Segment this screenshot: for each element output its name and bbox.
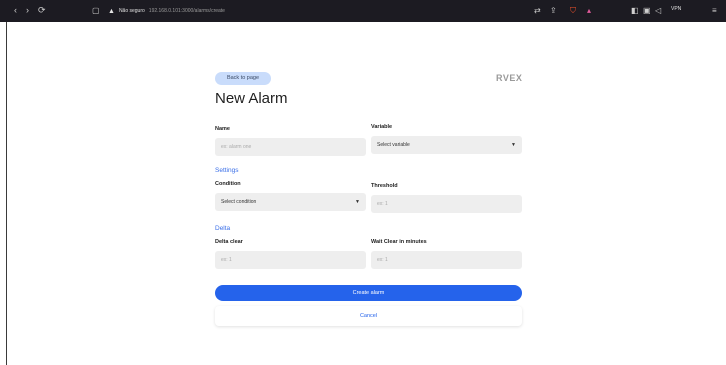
cancel-button[interactable]: Cancel bbox=[215, 306, 522, 326]
delta-clear-input[interactable]: ex: 1 bbox=[215, 251, 366, 269]
condition-select-value: Select condition bbox=[221, 199, 257, 205]
threshold-input[interactable]: ex: 1 bbox=[371, 195, 522, 213]
delta-clear-label: Delta clear bbox=[215, 239, 243, 245]
back-arrow-icon[interactable]: ‹ bbox=[14, 5, 17, 16]
logo: RVEX bbox=[496, 73, 523, 83]
sidebar-icon[interactable]: ◧ bbox=[631, 5, 639, 16]
chevron-down-icon: ▼ bbox=[511, 142, 516, 148]
chevron-down-icon: ▼ bbox=[355, 199, 360, 205]
condition-label: Condition bbox=[215, 181, 241, 187]
name-input[interactable]: ex: alarm one bbox=[215, 138, 366, 156]
name-label: Name bbox=[215, 126, 230, 132]
variable-select[interactable]: Select variable ▼ bbox=[371, 136, 522, 154]
create-alarm-button[interactable]: Create alarm bbox=[215, 285, 522, 301]
translate-icon[interactable]: ⇄ bbox=[534, 5, 541, 16]
url-text[interactable]: 192.168.0.101:3000/alarms/create bbox=[149, 8, 225, 14]
browser-toolbar: ‹ › ⟳ ▢ ▲ Não seguro 192.168.0.101:3000/… bbox=[0, 0, 726, 22]
menu-icon[interactable]: ≡ bbox=[712, 5, 717, 16]
page-title: New Alarm bbox=[215, 90, 288, 107]
back-to-page-button[interactable]: Back to page bbox=[215, 72, 271, 85]
window-edge bbox=[6, 22, 7, 365]
wait-clear-input[interactable]: ex: 1 bbox=[371, 251, 522, 269]
delta-section-title: Delta bbox=[215, 225, 231, 232]
variable-label: Variable bbox=[371, 124, 393, 130]
security-status: Não seguro bbox=[118, 8, 145, 14]
tabs-icon[interactable]: ▣ bbox=[643, 5, 651, 16]
bookmark-icon[interactable]: ▢ bbox=[92, 5, 100, 16]
brave-shield-icon[interactable]: ⛉ bbox=[570, 5, 576, 16]
reload-icon[interactable]: ⟳ bbox=[38, 5, 46, 16]
variable-select-value: Select variable bbox=[377, 142, 410, 148]
vpn-button[interactable]: VPN bbox=[671, 6, 681, 12]
settings-section-title: Settings bbox=[215, 167, 239, 174]
condition-select[interactable]: Select condition ▼ bbox=[215, 193, 366, 211]
address-bar[interactable]: ▲ Não seguro 192.168.0.101:3000/alarms/c… bbox=[108, 4, 578, 18]
wallet-icon[interactable]: ◁ bbox=[655, 5, 661, 16]
wait-clear-label: Wait Clear in minutes bbox=[371, 239, 427, 245]
forward-arrow-icon[interactable]: › bbox=[26, 5, 29, 16]
rewards-icon[interactable]: ▴ bbox=[587, 5, 591, 16]
warning-icon: ▲ bbox=[108, 7, 115, 15]
threshold-label: Threshold bbox=[371, 183, 398, 189]
share-icon[interactable]: ⇪ bbox=[550, 5, 557, 16]
